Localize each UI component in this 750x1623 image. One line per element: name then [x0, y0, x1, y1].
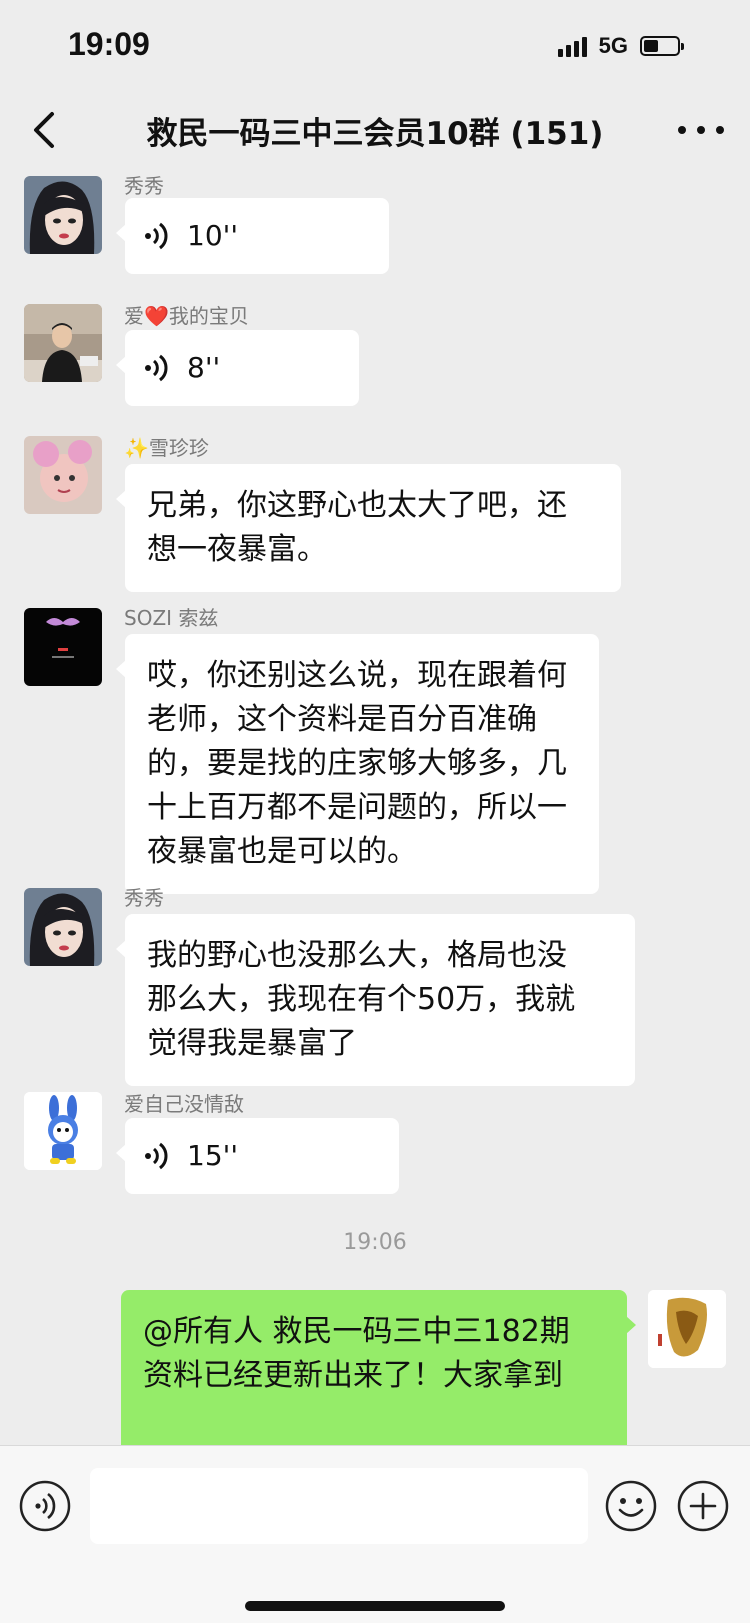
message-line: 想一夜暴富。: [147, 532, 327, 567]
chevron-left-icon: [34, 112, 54, 148]
voice-icon: [19, 1480, 71, 1532]
battery-icon: [640, 36, 684, 56]
voice-message-bubble[interactable]: 15'': [116, 1118, 399, 1194]
voice-wave-icon: [145, 354, 168, 382]
voice-duration: 15'': [187, 1139, 239, 1172]
more-dot-icon: [678, 126, 686, 134]
avatar[interactable]: [24, 888, 102, 966]
signal-icon: [557, 35, 587, 57]
text-message-bubble[interactable]: 哎，你还别这么说，现在跟着何 老师，这个资料是百分百准确 的，要是找的庄家够大够…: [116, 634, 599, 894]
voice-duration: 8'': [187, 351, 221, 384]
avatar[interactable]: [24, 176, 102, 254]
nav-bar: 救民一码三中三会员10群 (151): [0, 90, 750, 170]
message-line: 哎，你还别这么说，现在跟着何: [147, 658, 567, 693]
self-text-message-bubble[interactable]: @所有人 救民一码三中三182期 资料已经更新出来了！大家拿到: [121, 1290, 636, 1445]
message-line: 夜暴富也是可以的。: [147, 834, 417, 869]
voice-duration: 10'': [187, 219, 239, 252]
message-line: 十上百万都不是问题的，所以一: [147, 790, 567, 825]
voice-input-button[interactable]: [18, 1479, 72, 1533]
more-button[interactable]: [678, 108, 724, 152]
sender-name: ✨雪珍珍: [124, 436, 209, 460]
sender-name: 秀秀: [124, 174, 164, 198]
home-indicator: [245, 1601, 505, 1611]
plus-icon: [677, 1480, 729, 1532]
chat-area[interactable]: 秀秀 10'' 爱❤️我的宝贝 8'' ✨雪珍珍 兄弟，你这野心也太大了吧，还 …: [0, 170, 750, 1445]
message-line: 那么大，我现在有个50万，我就: [147, 982, 576, 1017]
emoji-button[interactable]: [604, 1479, 658, 1533]
avatar[interactable]: [24, 304, 102, 382]
message-line: 资料已经更新出来了！大家拿到: [143, 1358, 563, 1393]
voice-message-bubble[interactable]: 10'': [116, 198, 389, 274]
message-input[interactable]: [90, 1468, 588, 1544]
message-line: [143, 1398, 605, 1442]
message-line: 老师，这个资料是百分百准确: [147, 702, 537, 737]
text-message-bubble[interactable]: 兄弟，你这野心也太大了吧，还 想一夜暴富。: [116, 464, 621, 592]
network-type: 5G: [598, 33, 628, 58]
input-bar: [0, 1445, 750, 1623]
voice-wave-icon: [145, 1142, 168, 1170]
sender-name: 秀秀: [124, 886, 164, 910]
message-line: 兄弟，你这野心也太大了吧，还: [147, 488, 567, 523]
smiley-icon: [605, 1480, 657, 1532]
more-dot-icon: [716, 126, 724, 134]
battery-level: [644, 40, 658, 52]
sender-name: 爱❤️我的宝贝: [124, 304, 249, 328]
message-line: @所有人 救民一码三中三182期: [143, 1314, 570, 1349]
message-line: 的，要是找的庄家够大够多，几: [147, 746, 567, 781]
voice-message-bubble[interactable]: 8'': [116, 330, 359, 406]
more-dot-icon: [697, 126, 705, 134]
time-divider: 19:06: [343, 1230, 407, 1255]
back-button[interactable]: [24, 106, 68, 154]
text-message-bubble[interactable]: 我的野心也没那么大，格局也没 那么大，我现在有个50万，我就 觉得我是暴富了: [116, 914, 635, 1086]
voice-wave-icon: [145, 222, 168, 250]
avatar[interactable]: [24, 436, 102, 514]
avatar[interactable]: [24, 1092, 102, 1170]
message-line: 我的野心也没那么大，格局也没: [147, 938, 567, 973]
avatar[interactable]: [24, 608, 102, 686]
self-avatar[interactable]: [648, 1290, 726, 1368]
status-bar: 19:09 5G: [0, 0, 750, 90]
message-line: 觉得我是暴富了: [147, 1026, 357, 1061]
sender-name: 爱自己没情敌: [124, 1092, 244, 1116]
sender-name: SOZI 索兹: [124, 606, 219, 630]
status-time: 19:09: [68, 26, 150, 62]
chat-title: 救民一码三中三会员10群 (151): [146, 116, 604, 152]
more-functions-button[interactable]: [676, 1479, 730, 1533]
status-indicators: 5G: [557, 32, 684, 60]
